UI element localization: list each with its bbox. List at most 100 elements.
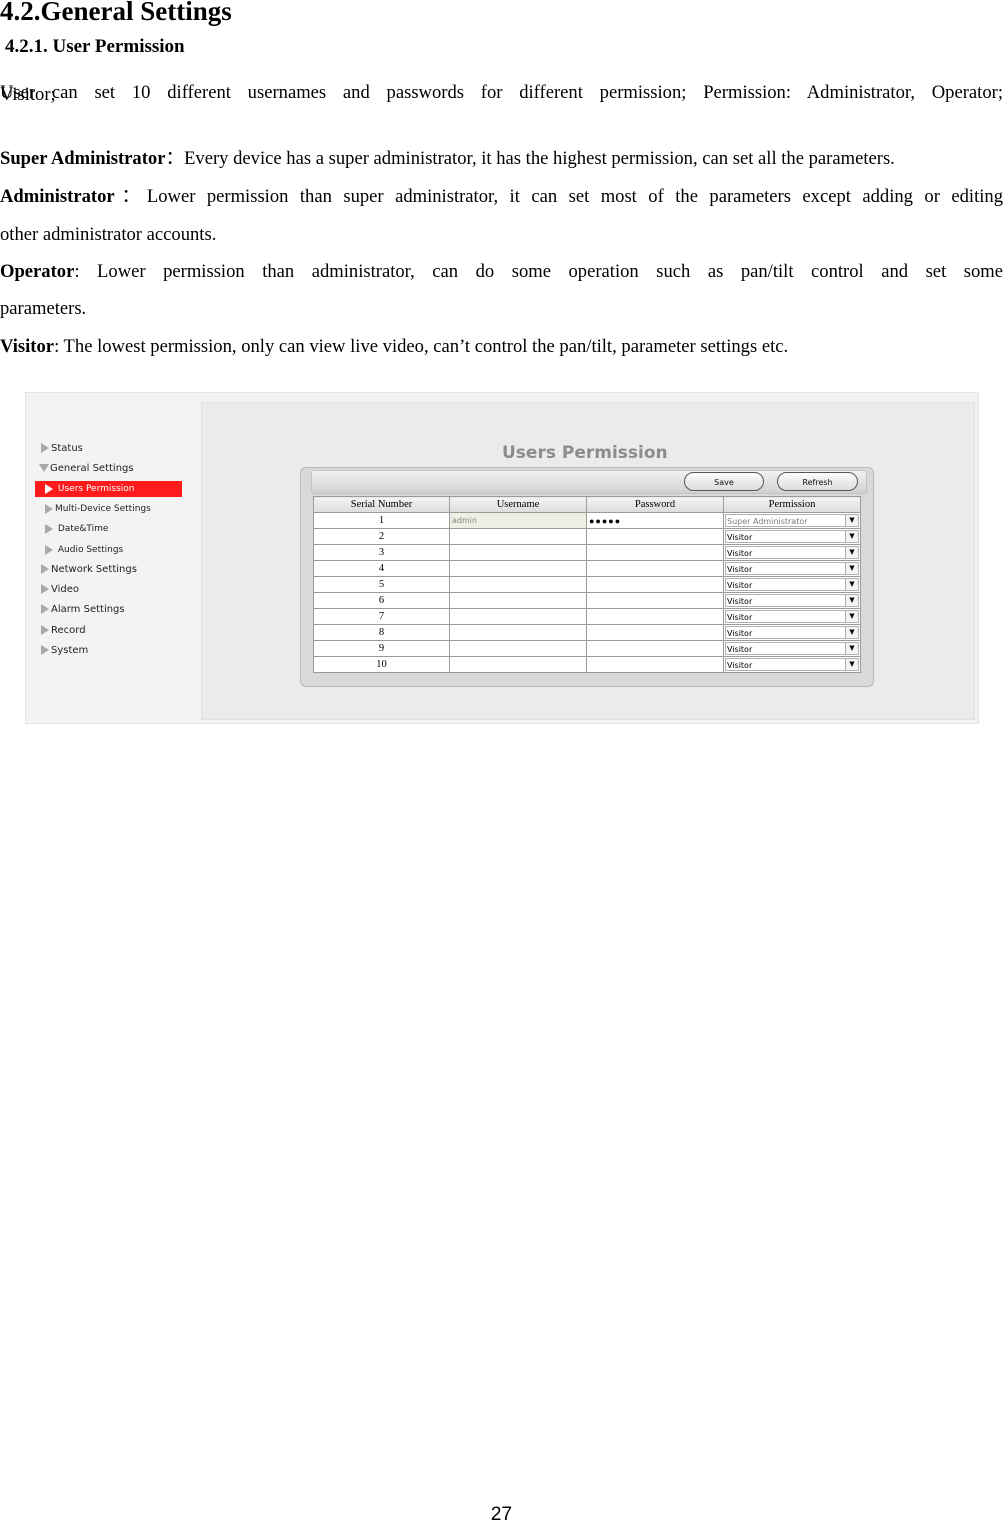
sidebar-item-general-settings[interactable]: General Settings	[39, 461, 134, 477]
username-input[interactable]	[449, 608, 587, 625]
section-heading: 4.2.General Settings	[0, 0, 232, 26]
permission-select[interactable]: Super Administrator ▼	[725, 514, 859, 527]
chevron-down-icon[interactable]: ▼	[845, 595, 858, 606]
subsection-heading: 4.2.1. User Permission	[5, 36, 185, 57]
sidebar-item-network-settings[interactable]: Network Settings	[41, 562, 137, 578]
table-row: 7 Visitor ▼	[313, 608, 861, 625]
password-input[interactable]	[586, 592, 724, 609]
table-row: 8 Visitor ▼	[313, 624, 861, 641]
chevron-down-icon[interactable]: ▼	[845, 547, 858, 558]
sidebar-item-audio-settings[interactable]: Audio Settings	[45, 542, 123, 558]
username-input[interactable]	[449, 560, 587, 577]
sidebar-item-date-time[interactable]: Date&Time	[45, 521, 108, 537]
password-input[interactable]	[586, 608, 724, 625]
permission-select[interactable]: Visitor ▼	[725, 594, 859, 607]
operator-label: Operator	[0, 261, 75, 282]
chevron-down-icon[interactable]: ▼	[845, 611, 858, 622]
serial-cell: 1	[313, 512, 450, 529]
username-input[interactable]: admin	[449, 512, 587, 529]
super-admin-sep: ：	[165, 148, 185, 169]
visitor-paragraph: Visitor: The lowest permission, only can…	[0, 336, 1003, 358]
visitor-text: : The lowest permission, only can view l…	[54, 336, 789, 357]
permission-select[interactable]: Visitor ▼	[725, 626, 859, 639]
admin-text-line1: Lower permission than super administrato…	[146, 186, 1003, 207]
sidebar-item-multi-device-settings[interactable]: Multi-Device Settings	[45, 501, 151, 517]
permission-select[interactable]: Visitor ▼	[725, 642, 859, 655]
triangle-right-icon	[45, 523, 53, 534]
permission-value: Visitor	[727, 645, 753, 654]
super-admin-label: Super Administrator	[0, 148, 166, 169]
password-input[interactable]	[586, 640, 724, 657]
triangle-right-icon	[41, 584, 49, 594]
chevron-down-icon[interactable]: ▼	[845, 643, 858, 654]
triangle-right-icon	[41, 645, 49, 655]
admin-label: Administrator	[0, 186, 115, 207]
permission-value: Visitor	[727, 565, 753, 574]
permission-select[interactable]: Visitor ▼	[725, 578, 859, 591]
column-header-permission: Permission	[723, 496, 861, 513]
username-input[interactable]	[449, 544, 587, 561]
permission-value: Visitor	[727, 581, 753, 590]
sidebar-item-status[interactable]: Status	[41, 441, 83, 457]
triangle-right-icon	[41, 625, 49, 635]
username-input[interactable]	[449, 640, 587, 657]
admin-text-line2: other administrator accounts.	[0, 224, 217, 245]
serial-cell: 3	[313, 544, 450, 561]
table-row: 3 Visitor ▼	[313, 544, 861, 561]
table-row: 1 admin ●●●●● Super Administrator ▼	[313, 512, 861, 529]
permission-select[interactable]: Visitor ▼	[725, 546, 859, 559]
triangle-right-icon	[41, 443, 49, 453]
password-input[interactable]	[586, 560, 724, 577]
serial-cell: 2	[313, 528, 450, 545]
serial-cell: 9	[313, 640, 450, 657]
username-input[interactable]	[449, 656, 587, 673]
chevron-down-icon[interactable]: ▼	[845, 531, 858, 542]
username-input[interactable]	[449, 624, 587, 641]
permission-value: Visitor	[727, 661, 753, 670]
permission-cell: Visitor ▼	[723, 576, 861, 593]
permission-select[interactable]: Visitor ▼	[725, 562, 859, 575]
table-row: 9 Visitor ▼	[313, 640, 861, 657]
username-input[interactable]	[449, 528, 587, 545]
sidebar-item-users-permission[interactable]: Users Permission	[35, 481, 182, 497]
permission-select[interactable]: Visitor ▼	[725, 610, 859, 623]
chevron-down-icon[interactable]: ▼	[845, 659, 858, 670]
username-input[interactable]	[449, 592, 587, 609]
page-title: Users Permission	[502, 443, 668, 463]
permission-value: Visitor	[727, 613, 753, 622]
triangle-right-icon	[45, 483, 53, 494]
password-input[interactable]	[586, 624, 724, 641]
column-header-serial: Serial Number	[313, 496, 450, 513]
username-input[interactable]	[449, 576, 587, 593]
column-header-username: Username	[449, 496, 587, 513]
table-row: 6 Visitor ▼	[313, 592, 861, 609]
chevron-down-icon[interactable]: ▼	[845, 515, 858, 526]
super-admin-paragraph: Super Administrator：Every device has a s…	[0, 148, 1003, 170]
chevron-down-icon[interactable]: ▼	[845, 579, 858, 590]
save-button[interactable]: Save	[684, 472, 764, 491]
operator-text-line2: parameters.	[0, 298, 87, 319]
sidebar-item-system[interactable]: System	[41, 643, 88, 659]
users-table: Serial Number Username Password Permissi…	[313, 496, 861, 673]
sidebar-item-alarm-settings[interactable]: Alarm Settings	[41, 602, 125, 618]
permission-select[interactable]: Visitor ▼	[725, 658, 859, 671]
permission-cell: Super Administrator ▼	[723, 512, 861, 529]
triangle-down-icon	[39, 464, 49, 472]
serial-cell: 4	[313, 560, 450, 577]
password-input[interactable]: ●●●●●	[586, 512, 724, 529]
refresh-button[interactable]: Refresh	[777, 472, 858, 491]
permission-select[interactable]: Visitor ▼	[725, 530, 859, 543]
chevron-down-icon[interactable]: ▼	[845, 563, 858, 574]
permission-cell: Visitor ▼	[723, 656, 861, 673]
admin-sep: ：	[114, 186, 147, 207]
password-input[interactable]	[586, 528, 724, 545]
visitor-label: Visitor	[0, 336, 55, 357]
permission-value: Visitor	[727, 549, 753, 558]
password-input[interactable]	[586, 544, 724, 561]
sidebar-item-record[interactable]: Record	[41, 623, 86, 639]
chevron-down-icon[interactable]: ▼	[845, 627, 858, 638]
users-panel: Save Refresh Serial Number Username Pass…	[300, 467, 874, 687]
sidebar-item-video[interactable]: Video	[41, 582, 79, 598]
password-input[interactable]	[586, 576, 724, 593]
password-input[interactable]	[586, 656, 724, 673]
